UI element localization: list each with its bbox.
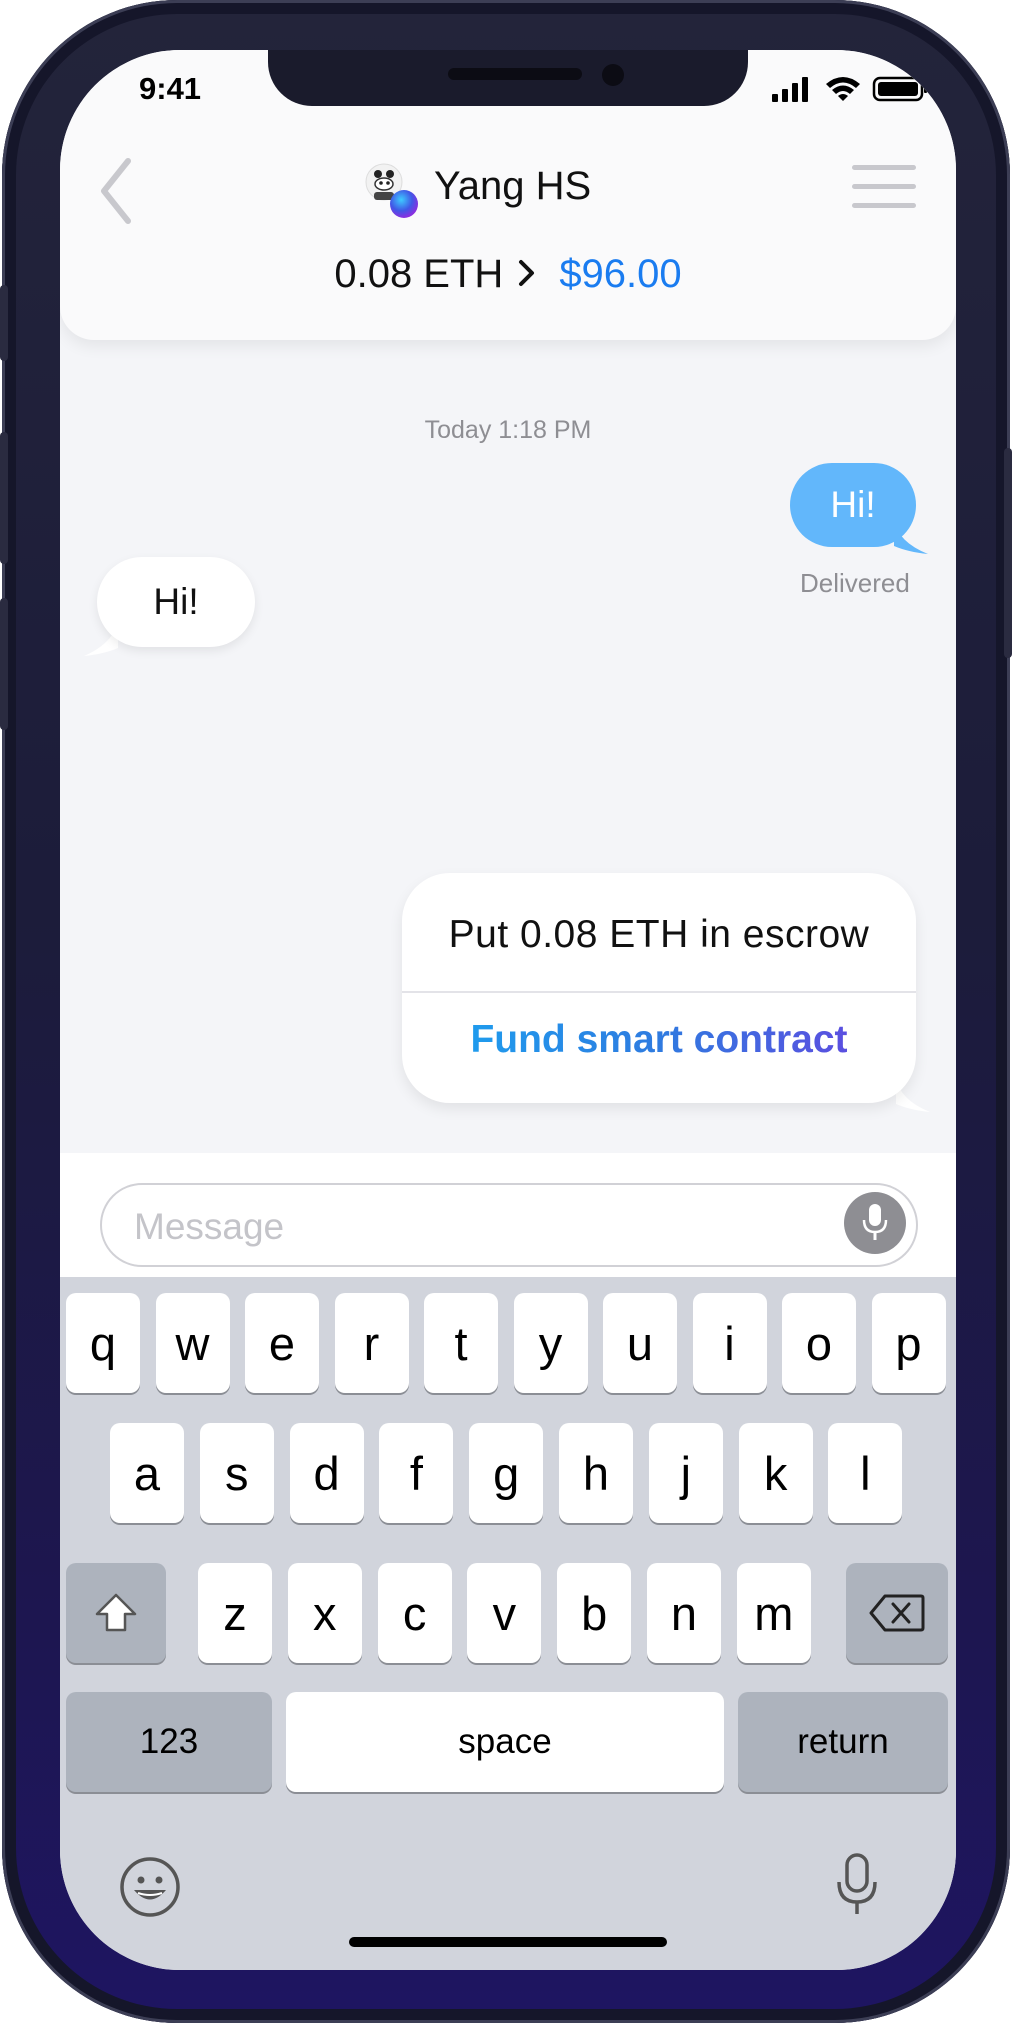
key-k[interactable]: k [738, 1423, 813, 1523]
wifi-icon [826, 77, 860, 101]
payment-amount[interactable]: 0.08 ETH $96.00 [60, 252, 956, 297]
emoji-icon[interactable] [118, 1855, 182, 1924]
keyboard: qwertyuiop asdfghjkl zxcvbnm 123 space r… [60, 1277, 956, 1970]
battery-icon [872, 76, 927, 102]
key-q[interactable]: q [66, 1293, 140, 1393]
message-timestamp: Today 1:18 PM [424, 416, 592, 444]
key-d[interactable]: d [289, 1423, 364, 1523]
key-l[interactable]: l [828, 1423, 903, 1523]
key-u[interactable]: u [603, 1293, 677, 1393]
key-c[interactable]: c [377, 1563, 452, 1663]
numbers-key[interactable]: 123 [66, 1692, 272, 1792]
screen: 9:41 Yang HS 0.08 ETH $96.00 Today 1:18 … [60, 50, 956, 1970]
contact-name[interactable]: Yang HS [434, 164, 591, 209]
key-a[interactable]: a [110, 1423, 184, 1523]
signal-icon [772, 77, 808, 102]
dictation-icon[interactable] [834, 1852, 880, 1923]
key-p[interactable]: p [871, 1293, 946, 1393]
key-o[interactable]: o [782, 1293, 856, 1393]
escrow-card-text: Put 0.08 ETH in escrow [448, 913, 870, 956]
key-h[interactable]: h [559, 1423, 633, 1523]
received-message-bubble[interactable]: Hi! [97, 557, 255, 647]
key-w[interactable]: w [155, 1293, 230, 1393]
shift-icon[interactable] [66, 1563, 166, 1663]
escrow-card-divider [402, 991, 916, 993]
key-e[interactable]: e [245, 1293, 319, 1393]
key-n[interactable]: n [647, 1563, 721, 1663]
key-f[interactable]: f [379, 1423, 454, 1523]
avatar[interactable] [360, 160, 420, 220]
key-b[interactable]: b [557, 1563, 632, 1663]
key-x[interactable]: x [287, 1563, 362, 1663]
amount-usd: $96.00 [559, 252, 682, 296]
key-y[interactable]: y [513, 1293, 588, 1393]
key-t[interactable]: t [424, 1293, 498, 1393]
chevron-right-icon [519, 260, 535, 287]
phone-frame: 9:41 Yang HS 0.08 ETH $96.00 Today 1:18 … [0, 0, 1012, 2023]
power-button [1004, 448, 1012, 658]
back-chevron-icon[interactable] [90, 153, 140, 238]
menu-icon[interactable] [852, 165, 916, 216]
space-key[interactable]: space [286, 1692, 724, 1792]
status-icons [760, 70, 940, 115]
amount-eth: 0.08 ETH [334, 252, 504, 296]
backspace-icon[interactable] [846, 1563, 948, 1663]
volume-up-button [0, 432, 8, 564]
message-placeholder: Message [134, 1206, 285, 1247]
microphone-icon[interactable] [844, 1192, 906, 1254]
escrow-card: Put 0.08 ETH in escrow Fund smart contra… [402, 873, 916, 1103]
key-m[interactable]: m [736, 1563, 811, 1663]
home-indicator [349, 1937, 667, 1947]
key-i[interactable]: i [692, 1293, 767, 1393]
fund-smart-contract-button[interactable]: Fund smart contract [402, 1018, 916, 1062]
mute-switch [0, 285, 8, 361]
key-r[interactable]: r [334, 1293, 409, 1393]
return-key[interactable]: return [738, 1692, 948, 1792]
key-v[interactable]: v [467, 1563, 542, 1663]
notch [268, 50, 748, 106]
key-g[interactable]: g [469, 1423, 544, 1523]
key-z[interactable]: z [198, 1563, 272, 1663]
sent-bubble-tail [894, 520, 928, 554]
volume-down-button [0, 598, 8, 730]
key-s[interactable]: s [199, 1423, 274, 1523]
delivery-status: Delivered [800, 568, 910, 598]
status-time: 9:41 [139, 71, 202, 106]
key-j[interactable]: j [648, 1423, 723, 1523]
